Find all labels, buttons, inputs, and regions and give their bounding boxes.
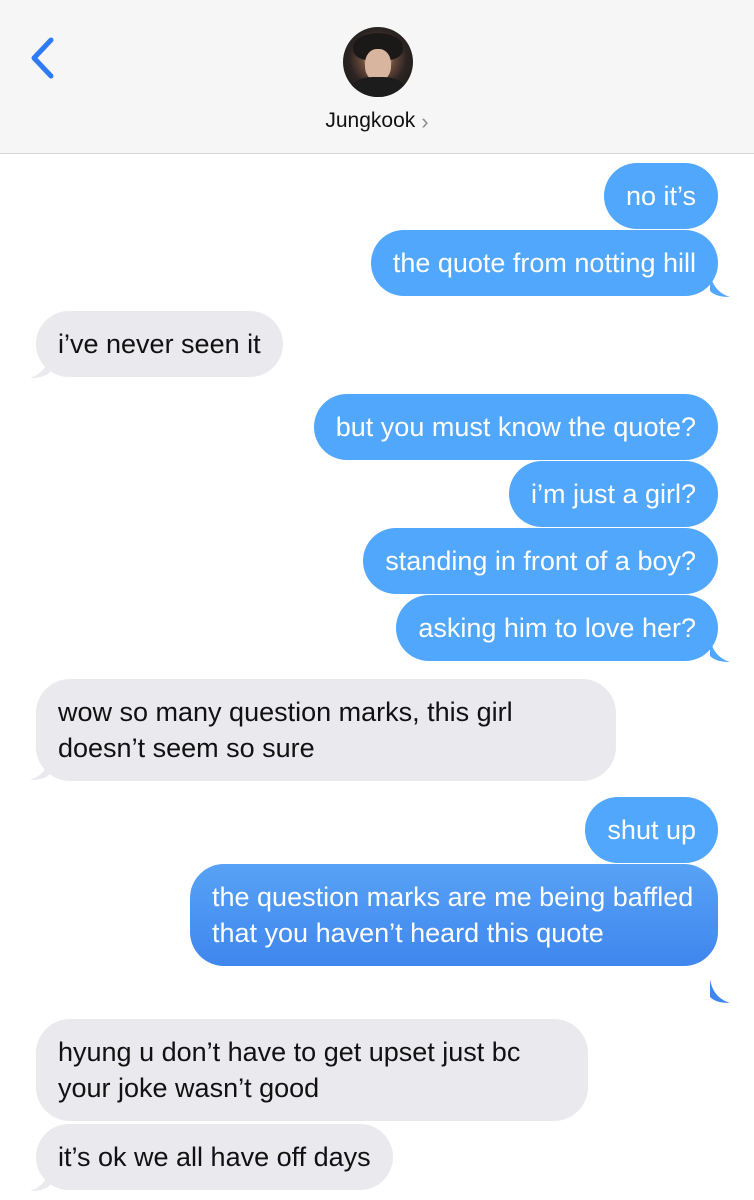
message-outgoing[interactable]: shut up	[585, 797, 718, 863]
message-outgoing[interactable]: no it’s	[603, 163, 718, 229]
message-incoming[interactable]: wow so many question marks, this girl do…	[36, 679, 616, 781]
chevron-left-icon	[31, 37, 54, 79]
bubble-tail	[30, 1167, 50, 1191]
chevron-right-icon: ›	[421, 109, 429, 134]
contact-name-button[interactable]: Jungkook ›	[0, 108, 754, 134]
message-outgoing[interactable]: but you must know the quote?	[313, 394, 718, 460]
contact-name: Jungkook	[325, 109, 416, 132]
bubble-tail	[710, 273, 730, 297]
message-incoming[interactable]: it’s ok we all have off days	[36, 1124, 393, 1190]
back-button[interactable]	[22, 30, 62, 86]
bubble-tail	[710, 638, 730, 662]
message-outgoing[interactable]: the question marks are me being baffled …	[190, 864, 718, 966]
message-outgoing[interactable]: standing in front of a boy?	[363, 528, 718, 594]
message-outgoing[interactable]: the quote from notting hill	[370, 230, 718, 296]
bubble-tail	[710, 979, 730, 1003]
bubble-tail	[30, 354, 50, 378]
message-outgoing[interactable]: asking him to love her?	[396, 595, 718, 661]
message-outgoing[interactable]: i’m just a girl?	[508, 461, 718, 527]
avatar[interactable]	[343, 27, 413, 97]
bubble-tail	[30, 756, 50, 780]
message-incoming[interactable]: i’ve never seen it	[36, 311, 283, 377]
message-incoming[interactable]: hyung u don’t have to get upset just bc …	[36, 1019, 588, 1121]
conversation-header: Jungkook ›	[0, 0, 754, 154]
